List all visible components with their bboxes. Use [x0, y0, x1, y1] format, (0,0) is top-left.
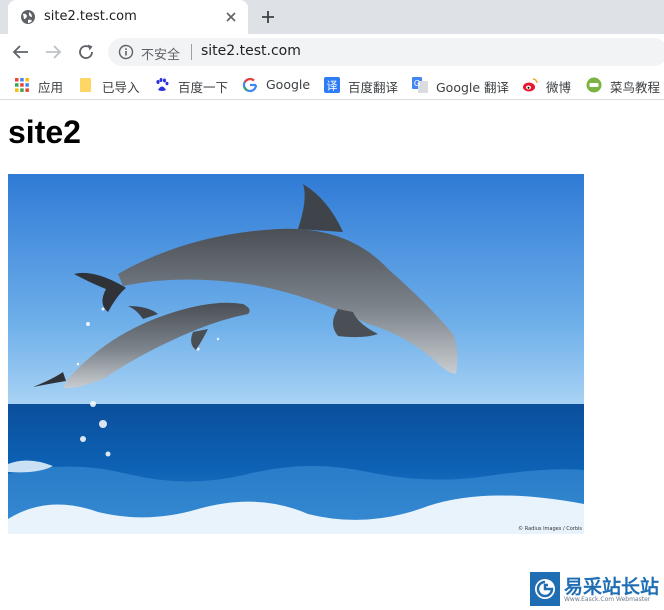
bookmark-label: Google	[266, 77, 311, 92]
page-heading: site2	[8, 114, 81, 150]
tab-title: site2.test.com	[44, 9, 137, 24]
forward-arrow-icon[interactable]	[44, 43, 62, 61]
image-credit: © Radius Images / Corbis	[518, 526, 582, 532]
svg-text:G: G	[414, 79, 420, 88]
url-text[interactable]: site2.test.com	[201, 43, 301, 59]
google-translate-icon: G	[412, 77, 428, 93]
google-g-icon	[242, 77, 258, 93]
svg-text:译: 译	[327, 80, 338, 93]
close-tab-icon[interactable]	[224, 10, 238, 24]
bookmark-label: 百度一下	[178, 80, 229, 95]
tab-strip: site2.test.com	[0, 0, 664, 34]
folder-icon	[80, 78, 91, 92]
back-arrow-icon[interactable]	[12, 43, 30, 61]
bookmark-label: 微博	[546, 80, 572, 95]
weibo-icon	[523, 78, 538, 92]
browser-tab[interactable]: site2.test.com	[8, 0, 248, 34]
info-icon[interactable]	[118, 44, 134, 60]
site-watermark: 易采站长站 Www.Easck.Com Webmaster	[530, 572, 664, 606]
bookmark-label: 应用	[38, 80, 64, 95]
globe-icon	[21, 10, 35, 24]
watermark-logo-icon	[530, 572, 560, 606]
runoob-icon	[586, 77, 602, 93]
security-status-label[interactable]: 不安全	[141, 44, 180, 63]
new-tab-plus-icon[interactable]	[260, 9, 276, 25]
bookmark-label: 菜鸟教程	[610, 80, 661, 95]
apps-grid-icon	[15, 78, 29, 92]
bookmarks-bar: 应用 已导入 百度一下 Google 译 百度翻译 G Google 翻译 微博…	[0, 70, 664, 100]
reload-icon[interactable]	[77, 43, 95, 61]
address-bar[interactable]: 不安全 site2.test.com	[108, 38, 664, 66]
dolphins-image	[8, 174, 584, 534]
watermark-text: 易采站长站	[564, 576, 660, 598]
bookmark-label: 百度翻译	[348, 80, 399, 95]
dolphins-photo: © Radius Images / Corbis	[8, 174, 584, 534]
watermark-subtext: Www.Easck.Com Webmaster	[564, 596, 651, 603]
bookmark-label: 已导入	[102, 80, 140, 95]
bookmark-label: Google 翻译	[436, 80, 510, 95]
baidu-translate-icon: 译	[324, 77, 340, 93]
browser-toolbar: 不安全 site2.test.com	[0, 34, 664, 70]
omnibox-divider	[191, 44, 192, 60]
baidu-paw-icon	[156, 78, 169, 91]
